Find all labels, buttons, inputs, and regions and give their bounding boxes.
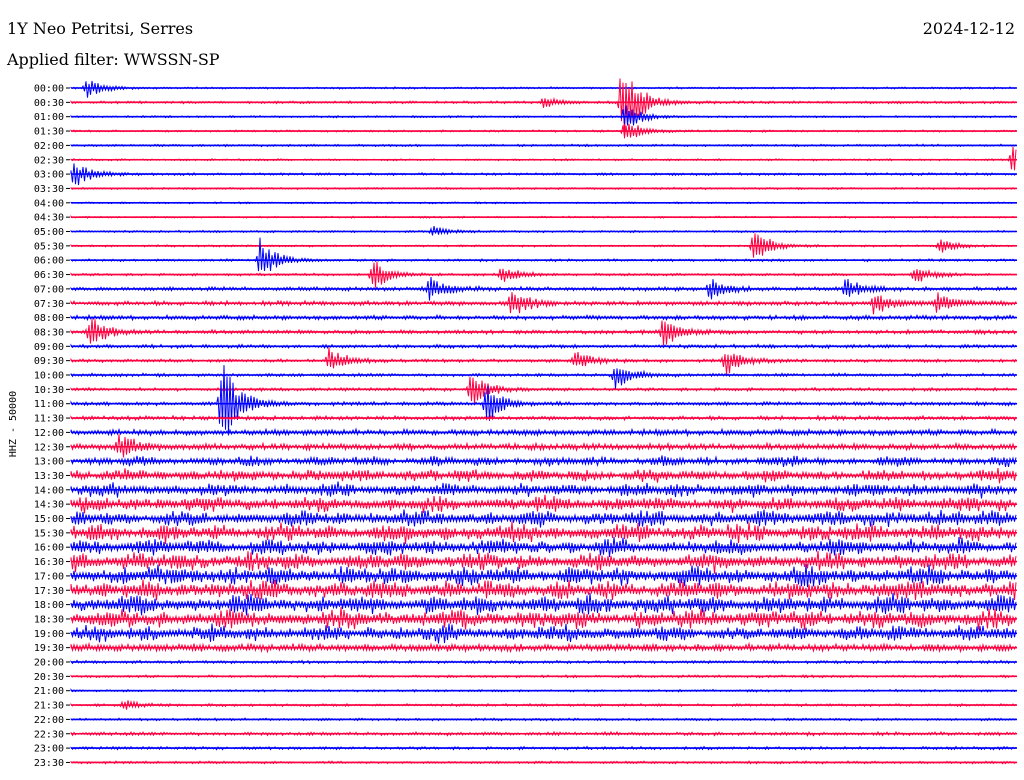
row-time-label: 19:00 [34, 629, 64, 640]
row-time-label: 10:30 [34, 385, 64, 396]
row-time-label: 22:00 [34, 715, 64, 726]
row-time-label: 16:30 [34, 557, 64, 568]
row-time-label: 15:00 [34, 514, 64, 525]
row-time-label: 23:00 [34, 744, 64, 755]
row-time-label: 21:30 [34, 701, 64, 712]
row-time-label: 12:00 [34, 428, 64, 439]
trace-row [70, 434, 1017, 458]
row-time-label: 14:30 [34, 500, 64, 511]
row-time-label: 08:00 [34, 313, 64, 324]
row-time-label: 22:30 [34, 729, 64, 740]
row-time-label: 20:00 [34, 658, 64, 669]
trace-row [70, 368, 1017, 389]
row-time-label: 16:00 [34, 543, 64, 554]
row-time-label: 19:30 [34, 643, 64, 654]
row-time-label: 02:30 [34, 155, 64, 166]
row-time-label: 04:00 [34, 198, 64, 209]
row-time-label: 18:00 [34, 600, 64, 611]
trace-row [70, 105, 1017, 126]
row-time-label: 06:00 [34, 256, 64, 267]
trace-row [70, 237, 1017, 272]
row-time-label: 00:00 [34, 84, 64, 95]
row-time-label: 01:30 [34, 127, 64, 138]
row-time-label: 10:00 [34, 371, 64, 382]
row-time-label: 20:30 [34, 672, 64, 683]
row-time-label: 17:30 [34, 586, 64, 597]
row-time-label: 18:30 [34, 614, 64, 625]
row-time-label: 03:30 [34, 184, 64, 195]
row-time-label: 15:30 [34, 528, 64, 539]
row-time-label: 03:00 [34, 170, 64, 181]
row-time-label: 06:30 [34, 270, 64, 281]
row-time-label: 00:30 [34, 98, 64, 109]
row-time-label: 14:00 [34, 485, 64, 496]
row-time-label: 13:30 [34, 471, 64, 482]
row-time-label: 05:30 [34, 241, 64, 252]
row-time-label: 23:30 [34, 758, 64, 769]
row-time-label: 08:30 [34, 327, 64, 338]
row-time-label: 21:00 [34, 686, 64, 697]
row-time-label: 07:30 [34, 299, 64, 310]
row-time-label: 12:30 [34, 442, 64, 453]
trace-row [70, 146, 1017, 171]
row-time-label: 02:00 [34, 141, 64, 152]
row-time-label: 04:30 [34, 213, 64, 224]
row-time-label: 07:00 [34, 284, 64, 295]
row-time-label: 13:00 [34, 457, 64, 468]
row-time-label: 11:00 [34, 399, 64, 410]
y-axis-label: HHZ - 50000 [8, 391, 19, 457]
trace-row [70, 80, 1017, 98]
trace-row [70, 376, 1017, 404]
tick-label-group: 00:00 00:30 01:00 01:30 02:00 02:30 03:00 03:30… [34, 84, 70, 769]
helicorder-plot: HHZ - 50000 00:00 00:30 01:00 01:30 02:00 02:… [8, 78, 1017, 769]
row-time-label: 05:00 [34, 227, 64, 238]
row-time-label: 17:00 [34, 571, 64, 582]
row-time-label: 01:00 [34, 112, 64, 123]
row-time-label: 09:00 [34, 342, 64, 353]
row-time-label: 11:30 [34, 414, 64, 425]
trace-group [70, 78, 1017, 765]
row-time-label: 09:30 [34, 356, 64, 367]
